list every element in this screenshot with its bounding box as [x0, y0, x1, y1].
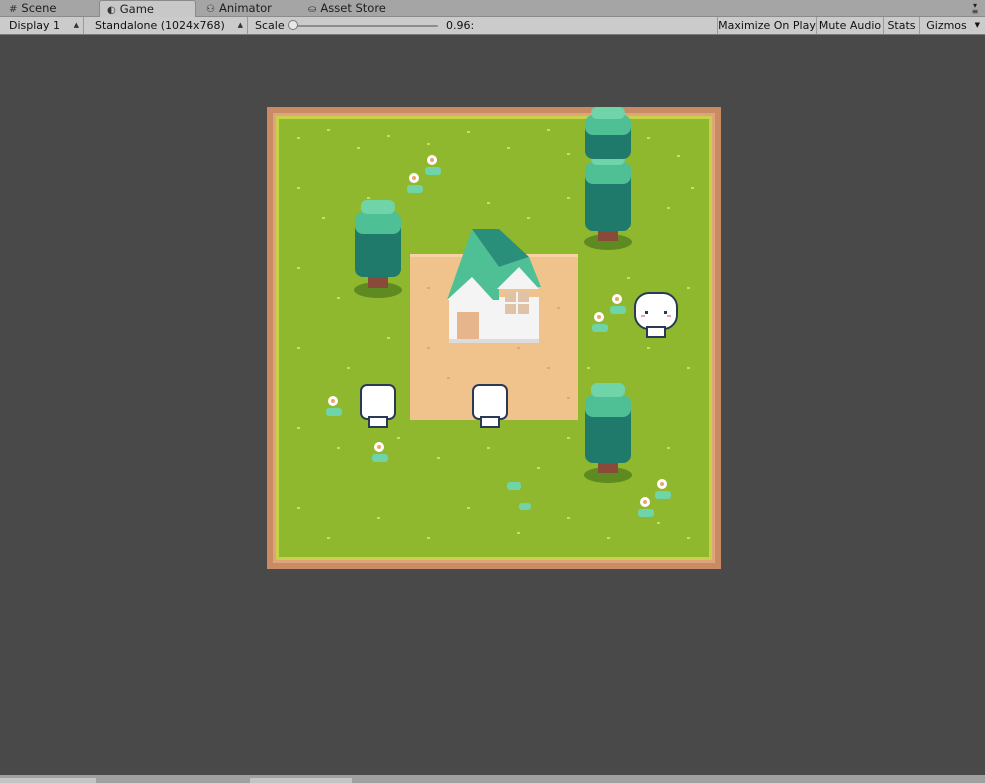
- bottom-tab[interactable]: [250, 778, 352, 783]
- display-dropdown[interactable]: Display 1 ▲: [4, 17, 84, 34]
- scale-slider-track[interactable]: [294, 25, 438, 27]
- tree: [585, 107, 631, 159]
- tab-animator[interactable]: ⚇ Animator: [199, 1, 299, 16]
- chevron-down-icon: ▼: [974, 21, 980, 29]
- dropdown-arrows-icon: ▲: [73, 21, 79, 29]
- stats-button[interactable]: Stats: [883, 17, 919, 34]
- editor-tab-bar: # Scene ◐ Game ⚇ Animator ⛀ Asset Store ▾ ≡: [0, 0, 985, 17]
- tab-asset-store-label: Asset Store: [320, 1, 386, 15]
- scene-grid-icon: #: [9, 4, 18, 15]
- tab-scene[interactable]: # Scene: [2, 1, 92, 16]
- asset-store-icon: ⛀: [308, 4, 317, 15]
- resolution-dropdown[interactable]: Standalone (1024x768) ▲: [90, 17, 248, 34]
- bottom-tab[interactable]: [0, 778, 96, 783]
- scale-label: Scale: [255, 19, 285, 32]
- game-view-toolbar: Display 1 ▲ Standalone (1024x768) ▲ Scal…: [0, 17, 985, 35]
- tab-game-label: Game: [119, 2, 154, 16]
- bottom-panel-strip: [0, 775, 985, 783]
- scale-slider-thumb[interactable]: [288, 20, 298, 30]
- dropdown-arrows-icon: ▲: [237, 21, 243, 29]
- animator-icon: ⚇: [206, 4, 215, 15]
- maximize-on-play-button[interactable]: Maximize On Play: [717, 17, 816, 34]
- tab-scene-label: Scene: [21, 1, 57, 15]
- scale-value: 0.96:: [446, 19, 475, 32]
- resolution-dropdown-value: Standalone (1024x768): [95, 19, 225, 32]
- display-dropdown-value: Display 1: [9, 19, 61, 32]
- tab-animator-label: Animator: [218, 1, 272, 15]
- game-render: [267, 107, 721, 569]
- tab-asset-store[interactable]: ⛀ Asset Store: [301, 1, 411, 16]
- gizmos-dropdown[interactable]: Gizmos ▼: [919, 17, 985, 34]
- tab-context-menu-icon[interactable]: ▾ ≡: [969, 2, 981, 16]
- tab-game[interactable]: ◐ Game: [99, 0, 196, 17]
- gizmos-label: Gizmos: [926, 19, 967, 32]
- mute-audio-button[interactable]: Mute Audio: [816, 17, 883, 34]
